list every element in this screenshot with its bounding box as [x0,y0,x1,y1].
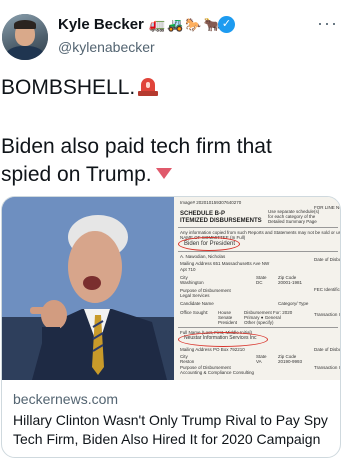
horse-emoji: 🐎 [185,17,202,32]
red-circle-payee [178,332,268,347]
link-card[interactable]: Image# 202010159307640270 SCHEDULE B-P I… [1,196,341,458]
tweet-text-bombshell: BOMBSHELL. [1,76,136,99]
card-image[interactable]: Image# 202010159307640270 SCHEDULE B-P I… [2,197,340,380]
author-name[interactable]: Kyle Becker [58,16,144,34]
fec-document: Image# 202010159307640270 SCHEDULE B-P I… [174,197,340,380]
author-handle[interactable]: @kylenabecker [58,38,155,56]
name-emojis: 🚛 🚜 🐎 🐂 [149,17,220,33]
tweet-text-line-2: Biden also paid tech firm that spied on … [1,133,321,189]
avatar[interactable] [2,14,48,60]
card-domain[interactable]: beckernews.com [13,391,118,408]
card-headline[interactable]: Hillary Clinton Wasn't Only Trump Rival … [13,411,338,449]
truck-emoji: 🚛 [149,17,166,32]
doc-schedule-label: SCHEDULE B-P [180,211,226,217]
tweet-text-body: Biden also paid tech firm that spied on … [1,135,272,186]
tractor-emoji: 🚜 [167,17,184,32]
doc-schedule-sub: ITEMIZED DISBURSEMENTS [180,218,262,224]
biden-photo [2,197,174,380]
verified-badge-icon: ✓ [218,16,235,33]
tweet-text-line-1: BOMBSHELL. [1,74,159,102]
red-circle-committee [178,237,240,251]
more-options-icon[interactable]: ··· [317,14,338,32]
siren-icon [138,78,159,96]
red-triangle-icon [155,168,172,179]
